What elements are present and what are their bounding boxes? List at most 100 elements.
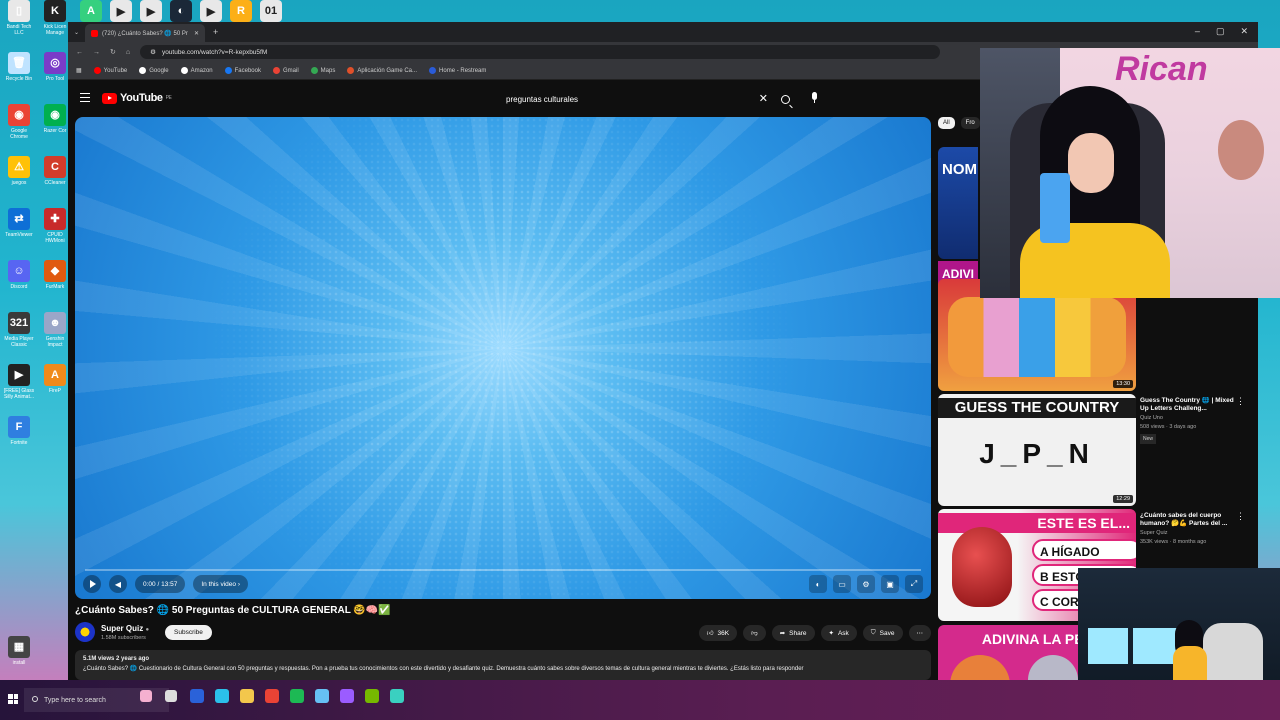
- share-icon: ➦: [779, 630, 786, 637]
- desktop-icon[interactable]: A FireP: [38, 364, 72, 394]
- obs-app-3-icon[interactable]: ▶: [200, 0, 222, 22]
- bookmark-item[interactable]: Gmail: [272, 67, 299, 74]
- steam-icon[interactable]: [315, 689, 329, 703]
- channel-name[interactable]: Super Quiz ●: [101, 624, 149, 633]
- desktop-icon-label: Media Player Classic: [4, 336, 34, 348]
- like-button[interactable]: 👍︎ 36K: [698, 625, 738, 641]
- home-icon[interactable]: ⌂: [126, 49, 130, 56]
- partial-thumb-top[interactable]: NOM: [938, 147, 978, 259]
- close-window-icon[interactable]: ✕: [1240, 26, 1248, 37]
- desktop-icon[interactable]: ☺ Discord: [2, 260, 36, 290]
- obs-app-2-icon[interactable]: ▶: [140, 0, 162, 22]
- in-this-video-button[interactable]: In this video ›: [193, 575, 249, 593]
- subscribe-button[interactable]: Subscribe: [165, 625, 212, 640]
- bookmark-item[interactable]: Aplicación Game Ca...: [347, 67, 417, 74]
- subtitles-icon[interactable]: ▭: [833, 575, 851, 593]
- chrome-taskbar-icon[interactable]: [265, 689, 279, 703]
- recommendation-menu-icon[interactable]: ⋮: [1236, 511, 1245, 522]
- back-icon[interactable]: ←: [76, 49, 83, 56]
- spotify-icon[interactable]: [290, 689, 304, 703]
- play-button[interactable]: [83, 575, 101, 593]
- windows-start-icon[interactable]: [8, 694, 18, 704]
- hamburger-menu-icon[interactable]: [80, 93, 90, 102]
- recommendation-info[interactable]: Guess The Country 🌐 | Mixed Up Letters C…: [1140, 397, 1240, 444]
- ask-button[interactable]: ✦ Ask: [820, 625, 857, 641]
- youtube-logo[interactable]: YouTube PE: [102, 92, 172, 104]
- desktop-icon[interactable]: ◉ Razer Cor: [38, 104, 72, 134]
- maximize-icon[interactable]: ▢: [1216, 26, 1225, 37]
- desktop-icon-label: Google Chrome: [10, 128, 28, 140]
- desktop-icon[interactable]: ◆ FurMark: [38, 260, 72, 290]
- search-button[interactable]: [776, 90, 794, 108]
- desktop-icon[interactable]: F Fortnite: [2, 416, 36, 446]
- fullscreen-icon[interactable]: ⤢: [905, 575, 923, 593]
- minimize-icon[interactable]: –: [1195, 26, 1200, 37]
- copilot-icon[interactable]: [140, 690, 152, 702]
- player-right-controls: ◐ ▭ ⚙ ▣ ⤢: [809, 575, 923, 593]
- progress-bar[interactable]: [85, 569, 921, 571]
- nvidia-icon[interactable]: [365, 689, 379, 703]
- clear-search-icon[interactable]: ✕: [759, 92, 768, 105]
- bookmark-item[interactable]: Maps: [310, 67, 335, 74]
- obs-app-icon[interactable]: ▶: [110, 0, 132, 22]
- apps-grid-icon[interactable]: ▦: [76, 67, 82, 74]
- volume-icon[interactable]: ◀: [109, 575, 127, 593]
- desktop-icon[interactable]: K Kick Licen Manage: [38, 0, 72, 36]
- steam-taskbar-icon[interactable]: [190, 689, 204, 703]
- tab-close-icon[interactable]: ✕: [194, 30, 199, 37]
- desktop-icon[interactable]: ▶ [FREE] Glass Silly Animat...: [2, 364, 36, 400]
- file-app-icon[interactable]: 01: [260, 0, 282, 22]
- pro-tool-icon[interactable]: [340, 689, 354, 703]
- settings-gear-icon[interactable]: ⚙: [857, 575, 875, 593]
- search-input[interactable]: preguntas culturales ✕: [498, 88, 778, 110]
- filter-chip[interactable]: All: [938, 117, 955, 129]
- site-info-icon[interactable]: ⚙: [150, 48, 156, 56]
- desktop-icon[interactable]: ◎ Pro Tool: [38, 52, 72, 82]
- channel-avatar[interactable]: [75, 622, 95, 642]
- bookmark-item[interactable]: Google: [139, 67, 169, 74]
- app-icon[interactable]: [390, 689, 404, 703]
- desktop-icon[interactable]: ▯ Bandi Tech LLC: [2, 0, 36, 36]
- dislike-button[interactable]: 👎︎: [743, 625, 766, 641]
- edge-icon[interactable]: [215, 689, 229, 703]
- forward-icon[interactable]: →: [93, 49, 100, 56]
- share-button[interactable]: ➦ Share: [771, 625, 815, 641]
- desktop-icon[interactable]: 321 Media Player Classic: [2, 312, 36, 348]
- recommendation-info[interactable]: ¿Cuánto sabes del cuerpo humano? 🤔💪 Part…: [1140, 512, 1240, 546]
- desktop-icon[interactable]: C CCleaner: [38, 156, 72, 186]
- desktop-icon[interactable]: ✚ CPUID HWMoni: [38, 208, 72, 244]
- steam-app-icon[interactable]: ◐: [170, 0, 192, 22]
- kick-app-icon[interactable]: A: [80, 0, 102, 22]
- desktop-icon[interactable]: ▦ install: [2, 636, 36, 666]
- desktop-icon[interactable]: ⚠ juegos: [2, 156, 36, 186]
- recommendation-thumbnail[interactable]: GUESS THE COUNTRY J_P_N 12:29: [938, 394, 1136, 506]
- recommendation-menu-icon[interactable]: ⋮: [1236, 396, 1245, 407]
- bookmark-item[interactable]: Home - Restream: [429, 67, 486, 74]
- autoplay-toggle-icon[interactable]: ◐: [809, 575, 827, 593]
- filter-chip[interactable]: Fro: [960, 117, 980, 129]
- desktop-icon[interactable]: ◉ Google Chrome: [2, 104, 36, 140]
- explorer-icon[interactable]: [240, 689, 254, 703]
- desktop-icon[interactable]: ☻ Genshin Impact: [38, 312, 72, 348]
- tab-list-chevron-icon[interactable]: ⌄: [68, 29, 85, 36]
- task-view-icon[interactable]: [165, 690, 177, 702]
- desktop-icon[interactable]: ⇄ TeamViewer: [2, 208, 36, 238]
- theater-mode-icon[interactable]: ▣: [881, 575, 899, 593]
- voice-search-icon[interactable]: [810, 92, 818, 105]
- bookmark-item[interactable]: Facebook: [224, 67, 261, 74]
- desktop-icon-label: TeamViewer: [5, 232, 33, 238]
- cartoon-bunny-image: [1028, 655, 1078, 680]
- reload-icon[interactable]: ↻: [110, 48, 116, 56]
- more-actions-button[interactable]: ⋯: [908, 625, 931, 641]
- bookmark-favicon-icon: [224, 67, 232, 74]
- rockstar-app-icon[interactable]: R: [230, 0, 252, 22]
- url-input[interactable]: ⚙ youtube.com/watch?v=R-kepxbu5fM: [140, 45, 941, 59]
- bookmark-item[interactable]: YouTube: [93, 67, 127, 74]
- video-player[interactable]: ◀ 0:00 / 13:57 In this video › ◐ ▭ ⚙ ▣ ⤢: [75, 117, 931, 599]
- save-button[interactable]: ⛉ Save: [862, 625, 903, 641]
- desktop-icon[interactable]: 🗑 Recycle Bin: [2, 52, 36, 82]
- tab-youtube[interactable]: (720) ¿Cuánto Sabes? 🌐 50 Pr ✕: [85, 24, 206, 42]
- description-box[interactable]: 5.1M views 2 years ago ¿Cuánto Sabes? 🌐 …: [75, 650, 931, 680]
- bookmark-item[interactable]: Amazon: [180, 67, 213, 74]
- new-tab-icon[interactable]: +: [205, 27, 226, 37]
